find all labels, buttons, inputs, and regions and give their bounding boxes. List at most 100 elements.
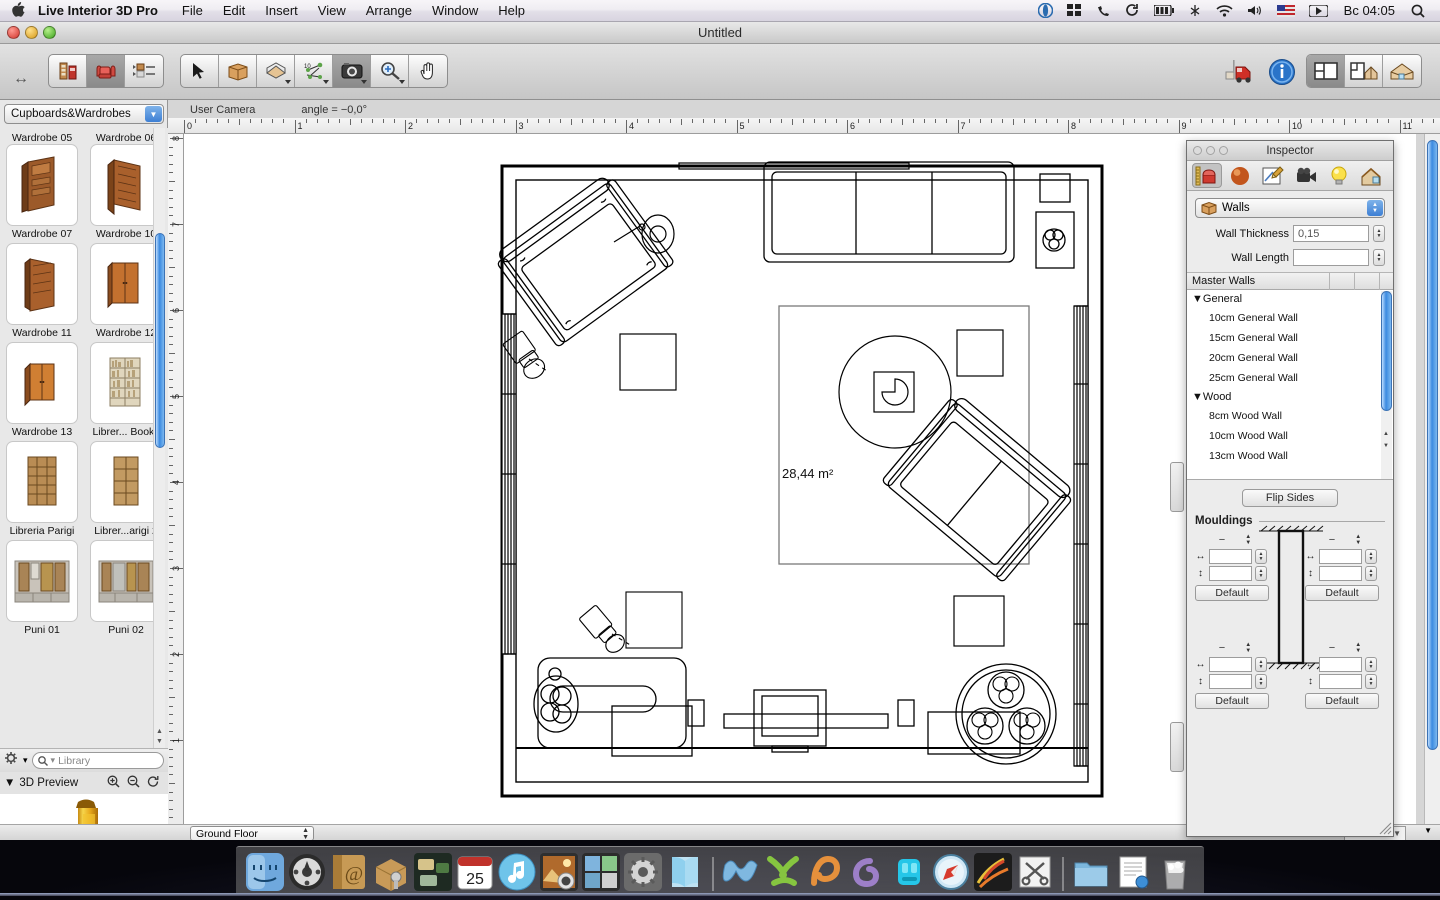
list-item[interactable]: 8cm Wood Wall [1187, 406, 1393, 426]
chevron-down-icon[interactable] [361, 80, 367, 84]
camera-tool-button[interactable] [333, 55, 371, 87]
moulding-br-default-button[interactable]: Default [1305, 693, 1379, 709]
wall-type-popup[interactable]: Walls ▲▼ [1195, 198, 1385, 218]
truck-button[interactable] [1224, 58, 1254, 89]
inspector-resize-grip[interactable] [1378, 821, 1392, 835]
moulding-br-height-stepper[interactable]: ▲▼ [1365, 674, 1377, 689]
dock-icon-ical[interactable]: 25 [456, 853, 494, 891]
library-toggle-button[interactable] [49, 55, 87, 87]
scroll-up-arrow-icon[interactable]: ▲ [156, 728, 163, 735]
stepper-arrows-icon[interactable]: ▲▼ [1367, 200, 1383, 216]
search-dropdown-arrow-icon[interactable]: ▾ [51, 755, 56, 766]
menu-insert[interactable]: Insert [255, 3, 308, 18]
moulding-tr-stepper[interactable]: ▲▼ [1355, 534, 1361, 546]
moulding-tr-default-button[interactable]: Default [1305, 585, 1379, 601]
split-view-button[interactable] [1345, 55, 1383, 87]
moulding-br-width-stepper[interactable]: ▲▼ [1365, 657, 1377, 672]
dock-icon-dictionary[interactable] [666, 853, 704, 891]
canvas-scroll-thumb[interactable] [1427, 140, 1438, 750]
list-item[interactable]: 10cm Wood Wall [1187, 426, 1393, 446]
zoom-in-icon[interactable] [107, 775, 120, 791]
list-item[interactable]: 25cm General Wall [1187, 368, 1393, 388]
disclosure-triangle-icon[interactable]: ▼ [1192, 293, 1203, 305]
inspector-title-bar[interactable]: Inspector [1187, 141, 1393, 161]
moulding-bl-width-stepper[interactable]: ▲▼ [1255, 657, 1267, 672]
gear-dropdown-arrow-icon[interactable]: ▾ [23, 755, 28, 766]
zoom-out-icon[interactable] [127, 775, 140, 791]
chevron-down-icon[interactable] [323, 80, 329, 84]
scroll-down-arrow-icon[interactable]: ▼ [1383, 443, 1389, 449]
objects-toggle-button[interactable] [87, 55, 125, 87]
eject-icon[interactable] [1302, 5, 1335, 17]
close-button[interactable] [7, 26, 20, 39]
dock-icon-scissors[interactable] [1016, 853, 1054, 891]
master-walls-scroll-thumb[interactable] [1381, 291, 1392, 411]
dock-icon-address-book[interactable]: @ [330, 853, 368, 891]
3d-view-button[interactable] [1383, 55, 1421, 87]
stepper-arrows-icon[interactable]: ▲▼ [302, 827, 309, 841]
dock-icon-spaces[interactable] [582, 853, 620, 891]
moulding-tl-width-stepper[interactable]: ▲▼ [1255, 549, 1267, 564]
menu-file[interactable]: File [172, 3, 213, 18]
dock-icon-powerpoint[interactable] [806, 853, 844, 891]
library-item-grid[interactable]: Wardrobe 05 Wardrobe 06 Wardrobe 07 Ward… [0, 128, 168, 748]
floor-slider[interactable] [1170, 722, 1184, 772]
resize-arrows-icon[interactable]: ↔ [13, 70, 29, 88]
phone-icon[interactable] [1089, 4, 1118, 18]
wardrobe-thumb-icon[interactable] [6, 243, 78, 325]
list-item[interactable]: Puni 01 [0, 538, 84, 637]
apple-logo-icon[interactable] [0, 2, 38, 20]
inspector-tab-site[interactable] [1357, 163, 1387, 188]
wallunit-thumb-icon[interactable] [90, 540, 162, 622]
bluetooth-icon[interactable] [1181, 4, 1209, 17]
inspector-tab-material[interactable] [1225, 163, 1255, 188]
dock-icon-excel[interactable] [764, 853, 802, 891]
master-walls-scrollbar[interactable]: ▲ ▼ [1381, 291, 1392, 479]
wardrobe-thumb-icon[interactable] [90, 243, 162, 325]
moulding-tl-height-stepper[interactable]: ▲▼ [1255, 566, 1267, 581]
bookcase-thumb-icon[interactable] [6, 441, 78, 523]
chevron-down-icon[interactable]: ▼ [1393, 829, 1401, 838]
moulding-bl-height-stepper[interactable]: ▲▼ [1255, 674, 1267, 689]
disclosure-triangle-icon[interactable]: ▼ [4, 777, 15, 789]
dock-icon-document[interactable] [1114, 853, 1152, 891]
moulding-br-stepper[interactable]: ▲▼ [1355, 642, 1361, 654]
bookcase-thumb-icon[interactable] [90, 441, 162, 523]
list-toggle-button[interactable] [125, 55, 163, 87]
inspector-close-button[interactable] [1193, 146, 1202, 155]
moulding-br-height-input[interactable] [1319, 674, 1362, 689]
canvas-vertical-scrollbar[interactable] [1424, 134, 1440, 824]
list-item[interactable]: Wardrobe 11 [0, 241, 84, 340]
moulding-bl-minus[interactable]: − [1219, 642, 1225, 654]
inspector-tab-edit[interactable] [1258, 163, 1288, 188]
group-general[interactable]: ▼General [1187, 290, 1393, 308]
minimize-button[interactable] [25, 26, 38, 39]
moulding-bl-stepper[interactable]: ▲▼ [1245, 642, 1251, 654]
wall-tool-button[interactable] [219, 55, 257, 87]
bookcase-thumb-icon[interactable] [90, 342, 162, 424]
dock-icon-mail-stack[interactable] [414, 853, 452, 891]
dock-icon-entourage[interactable] [848, 853, 886, 891]
wardrobe-thumb-icon[interactable] [6, 144, 78, 226]
list-item[interactable]: 20cm General Wall [1187, 348, 1393, 368]
battery-icon[interactable] [1147, 5, 1181, 16]
library-scroll-thumb[interactable] [155, 233, 165, 448]
info-button[interactable] [1268, 58, 1296, 91]
menu-help[interactable]: Help [488, 3, 535, 18]
moulding-tl-minus[interactable]: − [1219, 534, 1225, 546]
disclosure-triangle-icon[interactable]: ▼ [1192, 391, 1203, 403]
wallunit-thumb-icon[interactable] [6, 540, 78, 622]
window-title-bar[interactable]: Untitled [0, 22, 1440, 44]
floor-select[interactable]: Ground Floor ▲▼ [190, 826, 314, 841]
group-wood[interactable]: ▼Wood [1187, 388, 1393, 406]
master-walls-list[interactable]: ▼General 10cm General Wall 15cm General … [1187, 290, 1393, 480]
inspector-zoom-button[interactable] [1219, 146, 1228, 155]
rotate-icon[interactable] [147, 775, 160, 791]
moulding-tr-height-input[interactable] [1319, 566, 1362, 581]
menu-view[interactable]: View [308, 3, 356, 18]
scroll-down-arrow-icon[interactable]: ▼ [156, 738, 163, 745]
list-item[interactable]: 15cm General Wall [1187, 328, 1393, 348]
preview-header[interactable]: ▼ 3D Preview [0, 772, 168, 794]
spotlight-search-icon[interactable] [1404, 4, 1432, 18]
chevron-down-icon[interactable]: ▼ [145, 106, 162, 122]
